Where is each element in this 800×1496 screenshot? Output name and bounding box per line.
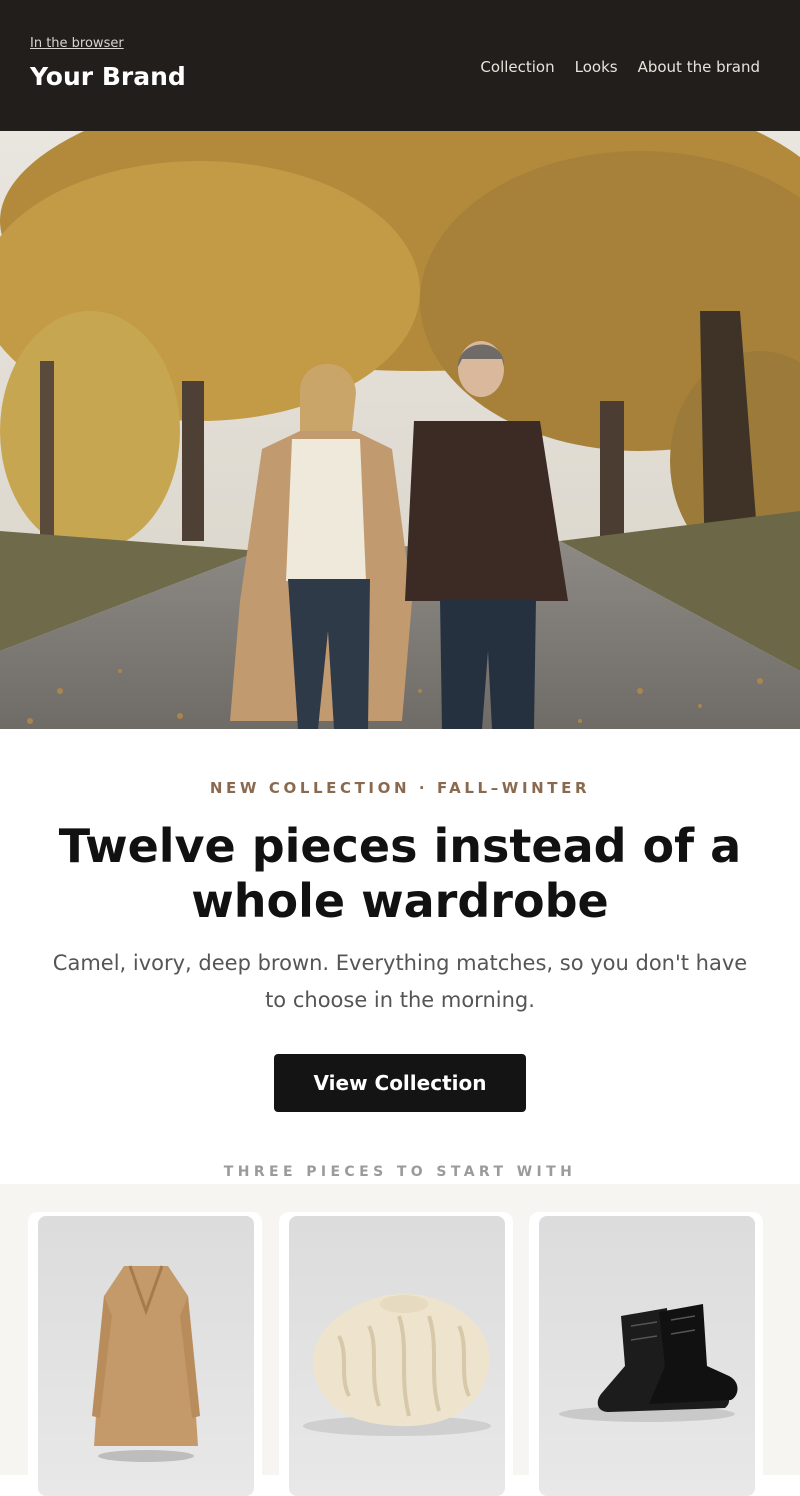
brand-logo[interactable]: Your Brand <box>30 62 186 91</box>
product-card-sweater[interactable] <box>279 1212 513 1496</box>
hero-image[interactable] <box>0 131 800 729</box>
collection-eyebrow: NEW COLLECTION · FALL–WINTER <box>209 779 591 797</box>
view-collection-button[interactable]: View Collection <box>274 1054 526 1112</box>
coat-image[interactable] <box>38 1216 254 1496</box>
cable-sweater-icon <box>303 1293 491 1436</box>
view-in-browser-link[interactable]: In the browser <box>30 36 124 51</box>
header-nav: Collection Looks About the brand <box>480 58 760 76</box>
boots-image[interactable] <box>539 1216 755 1496</box>
sweater-image[interactable] <box>289 1216 505 1496</box>
hero-photo-couple-walking <box>0 131 800 729</box>
nav-item-about[interactable]: About the brand <box>638 58 760 76</box>
pieces-section-label: THREE PIECES TO START WITH <box>223 1164 577 1180</box>
hero-copy: NEW COLLECTION · FALL–WINTER Twelve piec… <box>0 779 800 1180</box>
email-header: In the browser Your Brand Collection Loo… <box>0 0 800 131</box>
product-grid <box>0 1184 800 1496</box>
nav-item-looks[interactable]: Looks <box>575 58 618 76</box>
product-card-coat[interactable] <box>28 1212 262 1496</box>
subtitle: Camel, ivory, deep brown. Everything mat… <box>52 951 748 1012</box>
camel-coat-icon <box>92 1265 200 1462</box>
nav-item-collection[interactable]: Collection <box>480 58 554 76</box>
product-card-boots[interactable] <box>529 1212 763 1496</box>
headline: Twelve pieces instead of a whole wardrob… <box>58 819 742 928</box>
leather-boots-icon <box>559 1304 738 1422</box>
